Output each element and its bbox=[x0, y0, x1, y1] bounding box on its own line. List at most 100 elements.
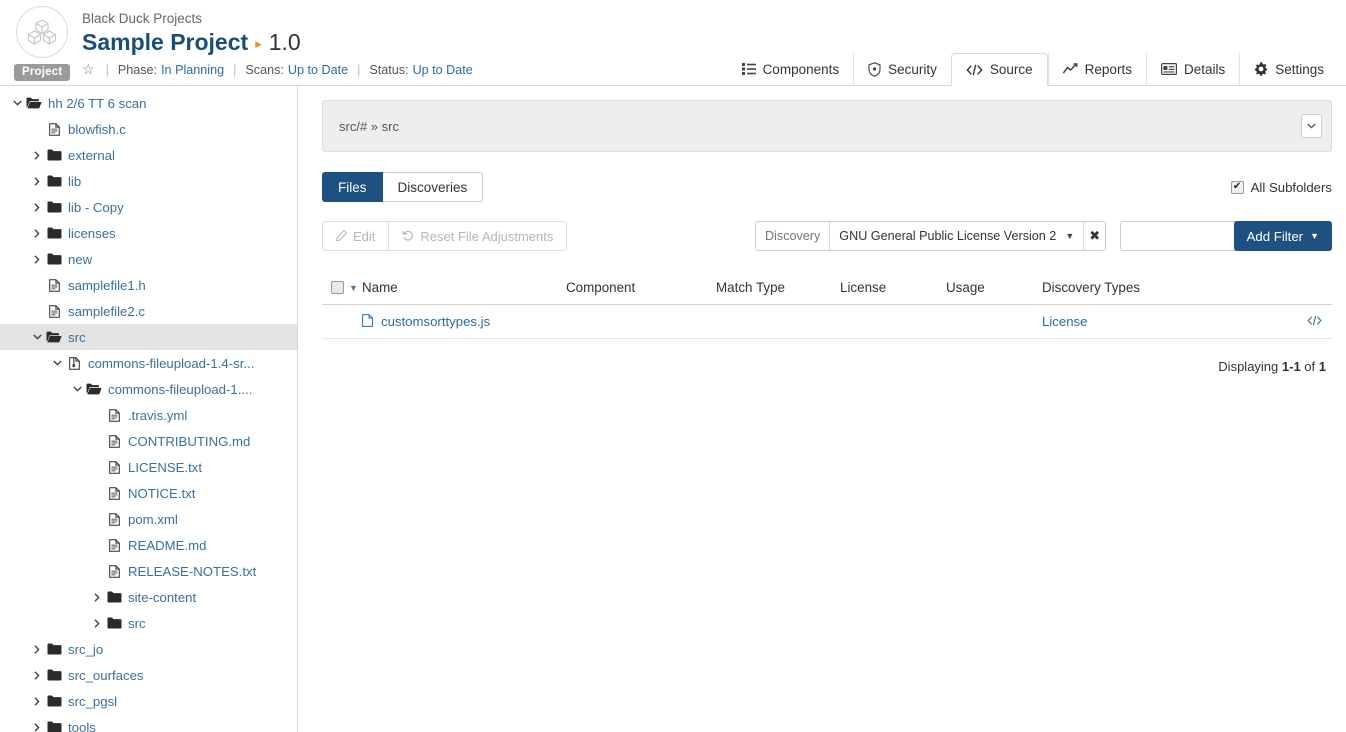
column-header-name[interactable]: Name bbox=[362, 280, 566, 295]
tab-reports[interactable]: Reports bbox=[1048, 53, 1146, 85]
table-toolbar: Edit Reset File Adjustments Discovery GN… bbox=[322, 221, 1332, 251]
chevron-right-icon[interactable] bbox=[30, 174, 44, 188]
project-meta-row: ☆ | Phase: In Planning | Scans: Up to Da… bbox=[82, 61, 473, 78]
path-dropdown-toggle[interactable] bbox=[1301, 114, 1322, 138]
select-menu-caret-icon[interactable]: ▼ bbox=[349, 283, 358, 293]
favorite-star-icon[interactable]: ☆ bbox=[82, 61, 95, 78]
column-header-component[interactable]: Component bbox=[566, 280, 716, 295]
project-version: 1.0 bbox=[269, 28, 301, 56]
edit-button[interactable]: Edit bbox=[322, 221, 389, 251]
chevron-right-icon[interactable] bbox=[30, 252, 44, 266]
chevron-right-icon[interactable] bbox=[30, 642, 44, 656]
chevron-down-icon[interactable] bbox=[10, 96, 24, 110]
file-icon bbox=[44, 123, 64, 136]
chevron-right-icon[interactable] bbox=[30, 668, 44, 682]
tree-item-travis-yml[interactable]: .travis.yml bbox=[0, 402, 297, 428]
chevron-down-icon[interactable] bbox=[50, 356, 64, 370]
column-header-license[interactable]: License bbox=[840, 280, 946, 295]
tree-item-label: tools bbox=[68, 720, 96, 732]
reset-file-adjustments-button[interactable]: Reset File Adjustments bbox=[389, 221, 567, 251]
column-header-discovery-types[interactable]: Discovery Types bbox=[1042, 280, 1288, 295]
main-navigation-tabs: Components Security Source Reports bbox=[728, 51, 1338, 85]
clear-filter-button[interactable]: ✖ bbox=[1083, 222, 1105, 250]
tab-files[interactable]: Files bbox=[322, 172, 383, 202]
tree-item-release-notes-txt[interactable]: RELEASE-NOTES.txt bbox=[0, 558, 297, 584]
select-all-cell[interactable]: ▼ bbox=[322, 281, 362, 294]
displaying-range: 1-1 bbox=[1282, 359, 1301, 374]
file-tree-sidebar[interactable]: hh 2/6 TT 6 scanblowfish.cexternallib lib… bbox=[0, 86, 298, 732]
list-icon bbox=[742, 63, 756, 75]
chevron-right-icon[interactable] bbox=[30, 148, 44, 162]
tree-item-hh-2-6-tt-6-scan[interactable]: hh 2/6 TT 6 scan bbox=[0, 90, 297, 116]
view-tabs-row: Files Discoveries ✔ All Subfolders bbox=[322, 172, 1332, 202]
folder-icon bbox=[44, 253, 64, 265]
discovery-type-link[interactable]: License bbox=[1042, 314, 1087, 329]
tree-item-lib[interactable]: lib bbox=[0, 168, 297, 194]
tab-details[interactable]: Details bbox=[1146, 53, 1239, 85]
tree-item-site-content[interactable]: site-content bbox=[0, 584, 297, 610]
all-subfolders-checkbox[interactable]: ✔ bbox=[1231, 181, 1244, 194]
tree-item-contributing-md[interactable]: CONTRIBUTING.md bbox=[0, 428, 297, 454]
column-header-match-type[interactable]: Match Type bbox=[716, 280, 840, 295]
tree-item-label: src_pgsl bbox=[68, 694, 117, 709]
chevron-down-icon[interactable] bbox=[70, 382, 84, 396]
all-subfolders-toggle[interactable]: ✔ All Subfolders bbox=[1231, 180, 1332, 195]
filter-value-dropdown[interactable]: GNU General Public License Version 2 ▼ bbox=[830, 222, 1083, 250]
tree-item-pom-xml[interactable]: pom.xml bbox=[0, 506, 297, 532]
tree-item-label: README.md bbox=[128, 538, 206, 553]
file-icon bbox=[44, 305, 64, 318]
view-tab-group: Files Discoveries bbox=[322, 172, 483, 202]
chevron-right-icon[interactable] bbox=[30, 200, 44, 214]
select-all-checkbox[interactable] bbox=[331, 281, 344, 294]
row-action-cell bbox=[1288, 314, 1332, 329]
tree-item-label: new bbox=[68, 252, 92, 267]
phase-value[interactable]: In Planning bbox=[161, 63, 224, 77]
tree-item-blowfish-c[interactable]: blowfish.c bbox=[0, 116, 297, 142]
tree-item-label: src_ourfaces bbox=[68, 668, 144, 683]
chevron-right-icon[interactable] bbox=[30, 720, 44, 732]
tree-item-samplefile1-h[interactable]: samplefile1.h bbox=[0, 272, 297, 298]
folder-icon bbox=[104, 617, 124, 629]
tree-item-tools[interactable]: tools bbox=[0, 714, 297, 732]
undo-icon bbox=[402, 229, 414, 244]
tree-item-src-ourfaces[interactable]: src_ourfaces bbox=[0, 662, 297, 688]
tree-item-label: lib - Copy bbox=[68, 200, 124, 215]
table-row[interactable]: customsorttypes.js License bbox=[322, 305, 1332, 339]
tab-source[interactable]: Source bbox=[951, 53, 1048, 86]
chevron-right-icon[interactable] bbox=[30, 694, 44, 708]
tree-item-lib-copy[interactable]: lib - Copy bbox=[0, 194, 297, 220]
column-header-usage[interactable]: Usage bbox=[946, 280, 1042, 295]
chevron-right-icon[interactable] bbox=[30, 226, 44, 240]
logo-column: Project bbox=[14, 6, 74, 81]
scans-value[interactable]: Up to Date bbox=[288, 63, 348, 77]
tab-components[interactable]: Components bbox=[728, 53, 854, 85]
tree-item-src-jo[interactable]: src_jo bbox=[0, 636, 297, 662]
tree-item-label: commons-fileupload-1.4-sr... bbox=[88, 356, 254, 371]
body-wrapper: hh 2/6 TT 6 scanblowfish.cexternallib lib… bbox=[0, 86, 1346, 732]
add-filter-button[interactable]: Add Filter ▼ bbox=[1234, 221, 1332, 251]
tree-item-license-txt[interactable]: LICENSE.txt bbox=[0, 454, 297, 480]
tab-settings[interactable]: Settings bbox=[1239, 53, 1338, 85]
file-link[interactable]: customsorttypes.js bbox=[362, 314, 566, 330]
tree-item-commons-fileupload-1-4-sr[interactable]: commons-fileupload-1.4-sr... bbox=[0, 350, 297, 376]
tree-item-readme-md[interactable]: README.md bbox=[0, 532, 297, 558]
tab-label: Source bbox=[990, 62, 1033, 77]
tree-item-new[interactable]: new bbox=[0, 246, 297, 272]
tree-item-licenses[interactable]: licenses bbox=[0, 220, 297, 246]
tab-discoveries[interactable]: Discoveries bbox=[383, 172, 484, 202]
tree-item-src-pgsl[interactable]: src_pgsl bbox=[0, 688, 297, 714]
tree-item-samplefile2-c[interactable]: samplefile2.c bbox=[0, 298, 297, 324]
tree-item-commons-fileupload-1[interactable]: commons-fileupload-1.... bbox=[0, 376, 297, 402]
archive-icon bbox=[64, 357, 84, 370]
tree-item-notice-txt[interactable]: NOTICE.txt bbox=[0, 480, 297, 506]
tree-item-external[interactable]: external bbox=[0, 142, 297, 168]
chevron-down-icon[interactable] bbox=[30, 330, 44, 344]
chevron-right-icon[interactable] bbox=[90, 616, 104, 630]
code-icon[interactable] bbox=[1307, 314, 1322, 329]
tree-item-src[interactable]: src bbox=[0, 610, 297, 636]
tree-item-src[interactable]: src bbox=[0, 324, 297, 350]
tab-security[interactable]: Security bbox=[853, 53, 951, 85]
chevron-right-icon[interactable] bbox=[90, 590, 104, 604]
status-value[interactable]: Up to Date bbox=[413, 63, 473, 77]
org-breadcrumb[interactable]: Black Duck Projects bbox=[82, 10, 473, 27]
